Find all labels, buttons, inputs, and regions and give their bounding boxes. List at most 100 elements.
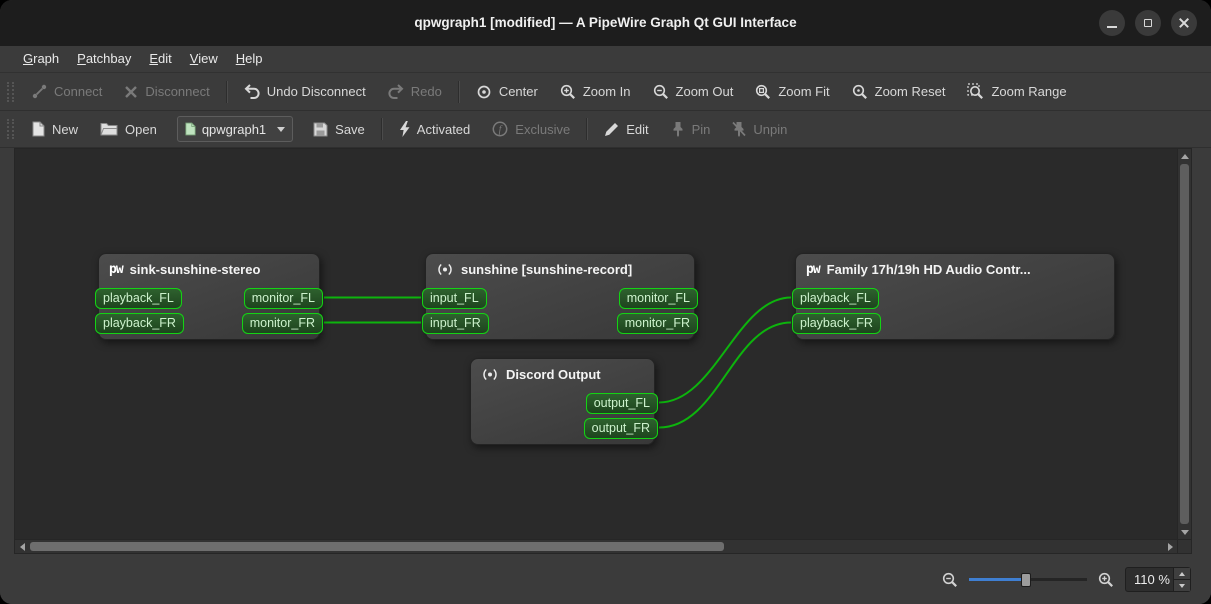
graph-viewport[interactable]: pw sink-sunshine-stereo playback_FL play… [15, 149, 1177, 539]
exclusive-toggle: f Exclusive [481, 115, 581, 143]
menu-patchbay[interactable]: Patchbay [68, 46, 140, 72]
patchbay-combobox-value: qpwgraph1 [201, 121, 267, 137]
port-monitor-fl[interactable]: monitor_FL [243, 288, 323, 309]
new-button[interactable]: New [21, 115, 89, 143]
activated-toggle[interactable]: Activated [388, 115, 481, 143]
save-button[interactable]: Save [302, 115, 376, 143]
toolbar-separator [586, 118, 589, 140]
zoom-out-button[interactable]: Zoom Out [642, 78, 745, 106]
port-input-fr[interactable]: input_FR [422, 313, 489, 334]
arrow-up-icon [1181, 153, 1189, 159]
toolbar-separator [380, 118, 383, 140]
port-monitor-fr[interactable]: monitor_FR [241, 313, 323, 334]
open-folder-icon [100, 123, 118, 136]
statusbar: 110 % [0, 555, 1211, 604]
zoom-slider-handle[interactable] [1021, 572, 1031, 587]
zoom-value[interactable]: 110 % [1134, 572, 1170, 587]
titlebar[interactable]: qpwgraph1 [modified] — A PipeWire Graph … [0, 0, 1211, 46]
window-controls [1099, 10, 1197, 36]
horizontal-scrollbar[interactable] [15, 539, 1177, 553]
redo-button: Redo [377, 78, 453, 106]
menu-edit[interactable]: Edit [140, 46, 180, 72]
scroll-down-button[interactable] [1178, 525, 1192, 539]
toolbar-graph: Connect Disconnect Undo Disconnect Redo … [0, 73, 1211, 111]
port-playback-fl[interactable]: playback_FL [792, 288, 879, 309]
patchbay-combobox[interactable]: qpwgraph1 [176, 116, 294, 142]
port-output-fr[interactable]: output_FR [583, 418, 658, 439]
port-output-fl[interactable]: output_FL [585, 393, 658, 414]
connect-button: Connect [21, 78, 113, 106]
arrow-down-icon [1181, 529, 1189, 535]
node-title: sunshine [sunshine-record] [461, 262, 633, 277]
port-playback-fl[interactable]: playback_FL [95, 288, 182, 309]
pipewire-icon: pw [109, 262, 124, 277]
toolbar-handle[interactable] [7, 81, 14, 102]
save-icon [313, 122, 328, 136]
disconnect-icon [125, 85, 138, 98]
redo-icon [388, 84, 404, 99]
close-button[interactable] [1171, 10, 1197, 36]
port-playback-fr[interactable]: playback_FR [792, 313, 881, 334]
node-sunshine-record[interactable]: sunshine [sunshine-record] input_FL inpu… [422, 253, 698, 340]
spin-down-button[interactable] [1174, 579, 1190, 591]
horizontal-scroll-handle[interactable] [30, 542, 724, 551]
scroll-up-button[interactable] [1178, 149, 1192, 163]
zoom-in-button[interactable]: Zoom In [549, 78, 642, 106]
node-header: sunshine [sunshine-record] [426, 254, 694, 277]
minimize-button[interactable] [1099, 10, 1125, 36]
edit-toggle[interactable]: Edit [593, 115, 659, 143]
unpin-icon [732, 121, 747, 137]
undo-disconnect-button[interactable]: Undo Disconnect [233, 78, 377, 106]
zoom-slider-track-filled[interactable] [969, 578, 1026, 581]
menu-graph[interactable]: Graph [14, 46, 68, 72]
port-playback-fr[interactable]: playback_FR [95, 313, 184, 334]
pin-button: Pin [660, 115, 722, 143]
undo-icon [244, 84, 260, 99]
scroll-right-button[interactable] [1163, 540, 1177, 554]
port-input-fl[interactable]: input_FL [422, 288, 487, 309]
center-icon [477, 85, 491, 98]
vertical-scroll-handle[interactable] [1180, 164, 1189, 524]
menu-view[interactable]: View [181, 46, 227, 72]
center-button[interactable]: Center [465, 78, 549, 106]
arrow-down-icon [1179, 583, 1185, 588]
connections-layer [323, 296, 792, 429]
toolbar-separator [457, 80, 460, 103]
zoom-range-button[interactable]: Zoom Range [956, 78, 1077, 106]
node-sink-sunshine-stereo[interactable]: pw sink-sunshine-stereo playback_FL play… [95, 253, 323, 340]
node-title: sink-sunshine-stereo [129, 262, 261, 277]
spin-up-button[interactable] [1174, 568, 1190, 579]
zoom-slider-track[interactable] [1026, 578, 1087, 581]
new-document-icon [32, 121, 45, 137]
zoom-in-icon [1098, 572, 1113, 587]
vertical-scrollbar[interactable] [1177, 149, 1191, 539]
svg-text:f: f [499, 124, 503, 135]
zoom-slider[interactable] [969, 572, 1087, 588]
node-family-hd-audio[interactable]: pw Family 17h/19h HD Audio Contr... play… [792, 253, 1115, 340]
zoom-fit-button[interactable]: Zoom Fit [744, 78, 840, 106]
menu-help[interactable]: Help [227, 46, 272, 72]
exclusive-icon: f [492, 121, 508, 137]
maximize-button[interactable] [1135, 10, 1161, 36]
minimize-icon [1107, 26, 1117, 28]
toolbar-separator [225, 80, 228, 103]
node-header: pw Family 17h/19h HD Audio Contr... [796, 254, 1114, 277]
zoom-reset-button[interactable]: Zoom Reset [841, 78, 957, 106]
toolbar-handle[interactable] [7, 119, 14, 139]
zoom-spinbox[interactable]: 110 % [1125, 567, 1191, 592]
audio-source-icon [438, 263, 452, 276]
app-window: qpwgraph1 [modified] — A PipeWire Graph … [0, 0, 1211, 604]
arrow-right-icon [1167, 543, 1173, 551]
audio-source-icon [483, 368, 497, 381]
disconnect-button: Disconnect [113, 78, 220, 106]
node-discord-output[interactable]: Discord Output output_FL output_FR [470, 358, 658, 445]
open-button[interactable]: Open [89, 115, 168, 143]
port-monitor-fl[interactable]: monitor_FL [618, 288, 698, 309]
canvas-frame: pw sink-sunshine-stereo playback_FL play… [14, 148, 1192, 554]
node-header: Discord Output [471, 359, 654, 382]
arrow-left-icon [19, 543, 25, 551]
menubar: Graph Patchbay Edit View Help [0, 46, 1211, 73]
scroll-left-button[interactable] [15, 540, 29, 554]
port-monitor-fr[interactable]: monitor_FR [616, 313, 698, 334]
patchbay-file-icon [185, 122, 196, 136]
